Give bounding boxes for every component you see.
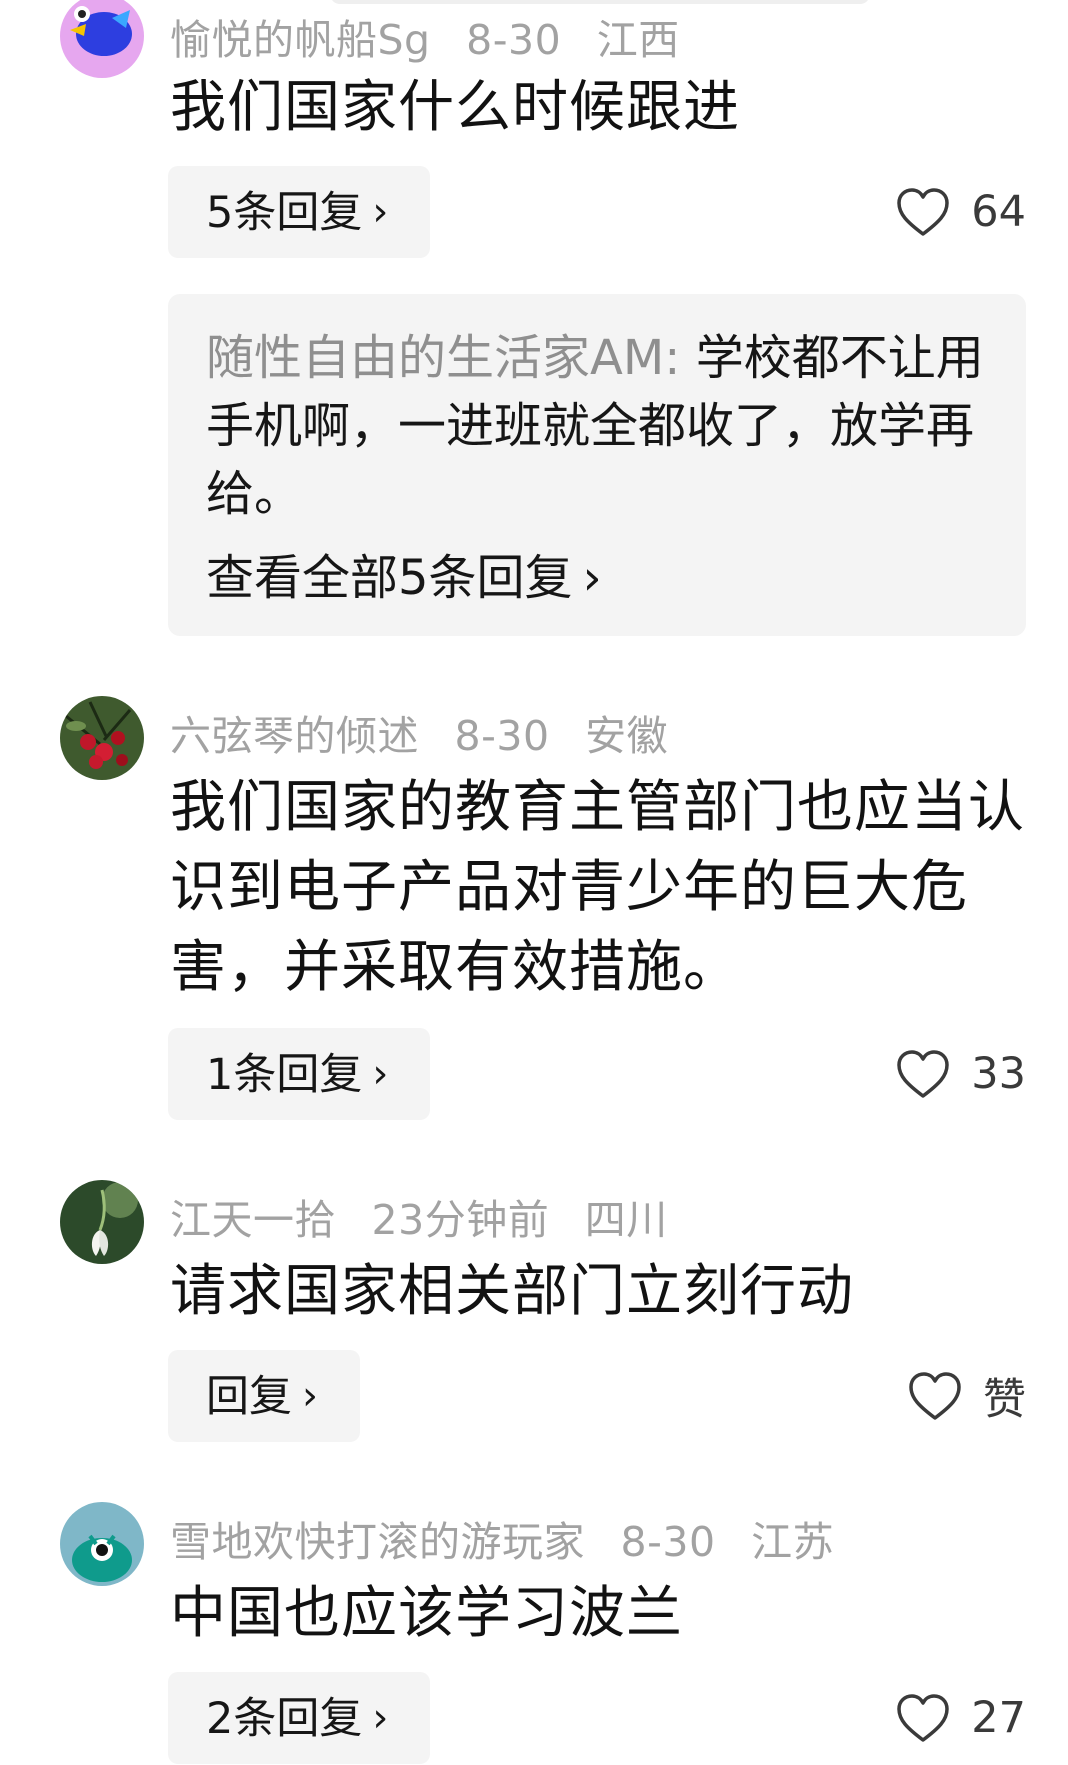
author-name[interactable]: 愉悦的帆船Sg	[170, 16, 431, 64]
chevron-right-icon: ›	[372, 1051, 389, 1097]
comment-text: 中国也应该学习波兰	[170, 1581, 683, 1646]
like-button[interactable]: 33	[895, 1044, 1026, 1104]
heart-outline-icon	[897, 188, 950, 236]
replies-label: 2条回复	[206, 1694, 363, 1744]
comment-date: 8-30	[454, 712, 550, 760]
comment-meta: 愉悦的帆船Sg 8-30 江西	[170, 6, 702, 66]
avatar-berries-icon	[60, 696, 144, 780]
replies-label: 5条回复	[206, 188, 363, 238]
sub-reply-preview[interactable]: 随性自由的生活家AM: 学校都不让用手机啊，一进班就全都收了，放学再给。 查看全…	[168, 294, 1026, 636]
comment-text: 我们国家什么时候跟进	[170, 75, 740, 140]
avatar-snowdrop-icon	[60, 1180, 144, 1264]
sub-reply-author[interactable]: 随性自由的生活家AM:	[206, 330, 680, 386]
replies-button[interactable]: 2条回复 ›	[168, 1672, 431, 1764]
comment-meta: 雪地欢快打滚的游玩家 8-30 江苏	[170, 1508, 856, 1568]
comment-location: 四川	[584, 1196, 668, 1244]
sub-reply-text: 随性自由的生活家AM: 学校都不让用手机啊，一进班就全都收了，放学再给。	[206, 324, 986, 528]
replies-label: 回复	[206, 1372, 292, 1422]
comment-meta: 江天一拾 23分钟前 四川	[170, 1186, 690, 1246]
like-button[interactable]: 赞	[907, 1366, 1026, 1426]
replies-button[interactable]: 5条回复 ›	[168, 166, 431, 258]
heart-outline-icon	[897, 1694, 950, 1742]
like-count: 赞	[983, 1375, 1026, 1425]
comment-date: 8-30	[620, 1518, 716, 1566]
replies-label: 1条回复	[206, 1050, 363, 1100]
avatar[interactable]	[60, 1180, 144, 1264]
comment-text: 请求国家相关部门立刻行动	[170, 1259, 854, 1324]
like-button[interactable]: 27	[895, 1688, 1026, 1748]
view-all-replies-link[interactable]: 查看全部5条回复 ›	[206, 538, 602, 608]
view-all-label: 查看全部5条回复	[206, 550, 573, 606]
heart-outline-icon	[897, 1050, 950, 1098]
avatar[interactable]	[60, 696, 144, 780]
avatar-bird-icon	[60, 0, 144, 78]
chevron-right-icon: ›	[372, 189, 389, 235]
comment-meta: 六弦琴的倾述 8-30 安徽	[170, 702, 690, 762]
comment-text: 我们国家的教育主管部门也应当认识到电子产品对青少年的巨大危害，并采取有效措施。	[170, 775, 1025, 1000]
comment-location: 江苏	[751, 1518, 835, 1566]
like-button[interactable]: 64	[895, 182, 1026, 242]
chevron-right-icon: ›	[372, 1695, 389, 1741]
like-count: 27	[971, 1693, 1026, 1743]
comment-date: 23分钟前	[371, 1196, 550, 1244]
scroll-edge-fade	[330, 0, 870, 4]
replies-button[interactable]: 回复 ›	[168, 1350, 360, 1442]
avatar-monster-icon	[60, 1502, 144, 1586]
like-count: 33	[971, 1049, 1026, 1099]
avatar[interactable]	[60, 0, 144, 78]
chevron-right-icon: ›	[302, 1373, 318, 1419]
like-count: 64	[971, 187, 1026, 237]
comment-date: 8-30	[466, 16, 562, 64]
heart-outline-icon	[909, 1372, 961, 1420]
author-name[interactable]: 江天一拾	[170, 1196, 336, 1244]
replies-button[interactable]: 1条回复 ›	[168, 1028, 431, 1120]
comment-location: 安徽	[585, 712, 669, 760]
author-name[interactable]: 六弦琴的倾述	[170, 712, 419, 760]
chevron-right-icon: ›	[582, 550, 602, 606]
avatar[interactable]	[60, 1502, 144, 1586]
comment-location: 江西	[596, 16, 680, 64]
author-name[interactable]: 雪地欢快打滚的游玩家	[170, 1518, 585, 1566]
